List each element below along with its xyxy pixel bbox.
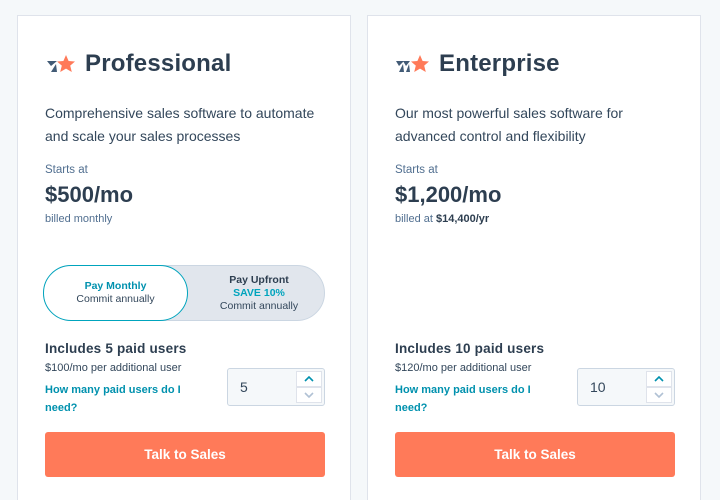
billing-note: billed monthly: [45, 213, 113, 225]
increment-button[interactable]: [296, 371, 322, 387]
plan-card-enterprise: Enterprise Our most powerful sales softw…: [367, 15, 701, 500]
pay-upfront-sub: Commit annually: [219, 299, 299, 312]
plan-price: $1,200/mo: [395, 182, 502, 207]
included-users-heading: Includes 10 paid users: [395, 341, 545, 356]
pay-monthly-sub: Commit annually: [76, 293, 155, 305]
plan-description: Our most powerful sales software for adv…: [395, 105, 623, 144]
pay-monthly-label: Pay Monthly: [84, 280, 147, 292]
chevron-down-icon: [304, 392, 314, 398]
chevron-up-icon: [304, 376, 314, 382]
additional-user-price: $100/mo per additional user: [45, 362, 182, 374]
included-users-heading: Includes 5 paid users: [45, 341, 187, 356]
plan-description: Comprehensive sales software to automate…: [45, 105, 315, 144]
billing-toggle: Pay Monthly Commit annually Pay Upfront …: [43, 265, 325, 321]
billing-note: billed at $14,400/yr: [395, 213, 489, 225]
billing-note-prefix: billed at: [395, 213, 436, 225]
save-badge: SAVE 10%: [233, 286, 285, 299]
talk-to-sales-button[interactable]: Talk to Sales: [395, 432, 675, 477]
starts-at-label: Starts at: [45, 164, 88, 176]
talk-to-sales-button[interactable]: Talk to Sales: [45, 432, 325, 477]
chevron-up-icon: [654, 376, 664, 382]
paid-users-help-link[interactable]: How many paid users do I need?: [45, 381, 210, 417]
plan-title: Professional: [85, 50, 232, 77]
plan-header: Professional: [45, 50, 231, 78]
chevron-down-icon: [654, 392, 664, 398]
pay-upfront-label: Pay Upfront: [229, 273, 289, 286]
pay-monthly-option[interactable]: Pay Monthly Commit annually: [43, 265, 188, 321]
starts-at-label: Starts at: [395, 164, 438, 176]
increment-button[interactable]: [646, 371, 672, 387]
decrement-button[interactable]: [296, 387, 322, 403]
enterprise-tier-icon: [396, 55, 429, 72]
plan-card-professional: Professional Comprehensive sales softwar…: [17, 15, 351, 500]
paid-users-help-link[interactable]: How many paid users do I need?: [395, 381, 560, 417]
additional-user-price: $120/mo per additional user: [395, 362, 532, 374]
billing-annual-amount: $14,400/yr: [435, 213, 490, 225]
plan-title: Enterprise: [439, 50, 560, 77]
user-count-value[interactable]: 10: [590, 379, 606, 395]
user-count-stepper[interactable]: 5: [227, 368, 325, 406]
pay-upfront-option[interactable]: Pay Upfront SAVE 10% Commit annually: [194, 265, 324, 321]
plan-price: $500/mo: [45, 182, 134, 207]
plan-header: Enterprise: [395, 50, 560, 78]
user-count-stepper[interactable]: 10: [577, 368, 675, 406]
decrement-button[interactable]: [646, 387, 672, 403]
user-count-value[interactable]: 5: [240, 379, 248, 395]
professional-tier-icon: [47, 55, 75, 72]
